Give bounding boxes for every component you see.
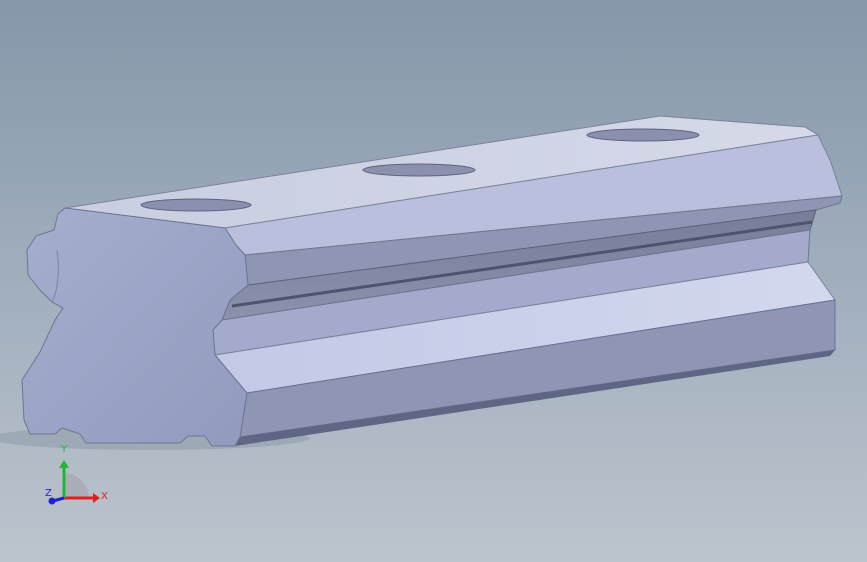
- linear-guide-rail-model[interactable]: [0, 0, 867, 562]
- y-axis-label: Y: [61, 444, 68, 455]
- y-axis-head: [59, 460, 69, 468]
- triad-graphic: [48, 460, 100, 505]
- mounting-hole: [140, 198, 252, 212]
- rail-end-face[interactable]: [21, 207, 249, 447]
- x-axis-label: X: [101, 491, 108, 502]
- coordinate-triad: X Y Z: [38, 438, 118, 518]
- z-axis-label: Z: [45, 488, 52, 499]
- mounting-hole: [362, 163, 476, 177]
- mounting-hole: [586, 128, 700, 142]
- graphics-viewport[interactable]: X Y Z: [0, 0, 867, 562]
- x-axis-head: [93, 493, 100, 503]
- triad-plane-quadrant: [64, 473, 89, 498]
